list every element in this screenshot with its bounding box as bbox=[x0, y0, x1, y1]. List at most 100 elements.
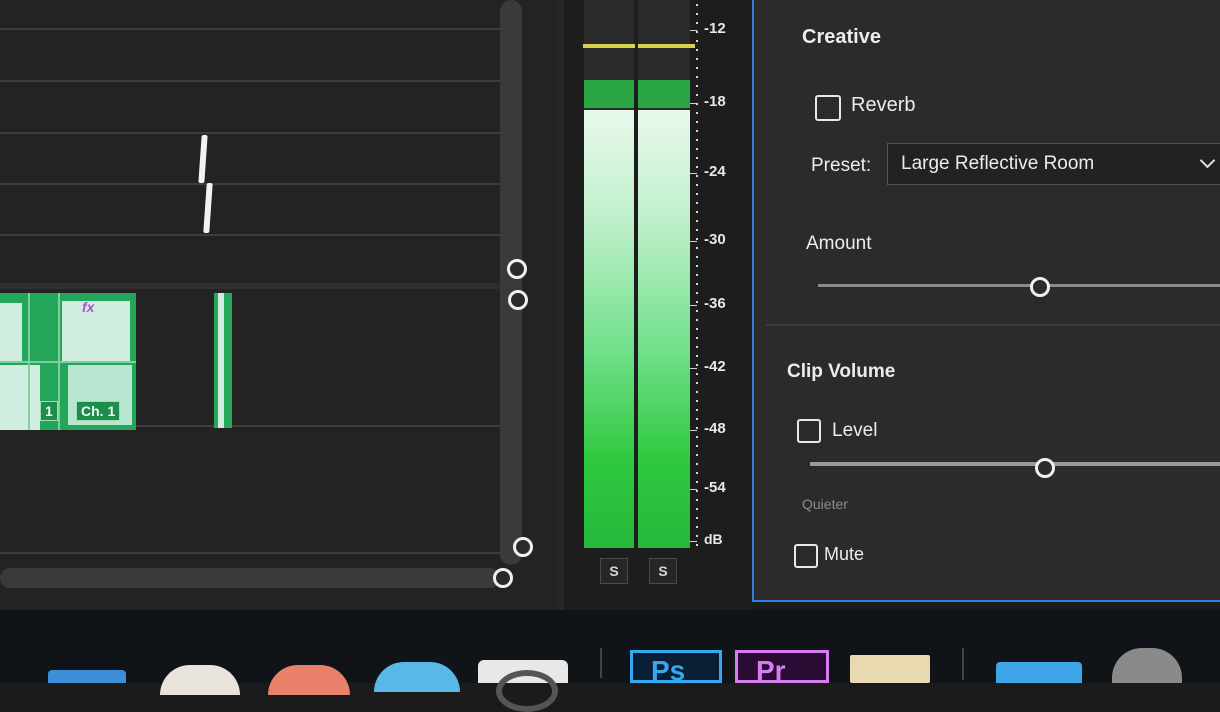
meter-peak-band bbox=[584, 80, 634, 108]
meter-minor-tick bbox=[696, 373, 698, 375]
solo-button-right[interactable]: S bbox=[649, 558, 677, 584]
waveform bbox=[0, 303, 22, 361]
level-label: Level bbox=[832, 420, 878, 441]
meter-minor-tick bbox=[696, 292, 698, 294]
audio-clip-edge[interactable] bbox=[214, 293, 232, 428]
dock-separator bbox=[600, 648, 602, 678]
meter-minor-tick bbox=[696, 58, 698, 60]
fx-badge[interactable]: fx bbox=[82, 299, 94, 315]
level-checkbox[interactable] bbox=[797, 419, 821, 443]
scale-label: -48 bbox=[704, 420, 726, 437]
meter-minor-tick bbox=[696, 112, 698, 114]
meter-minor-tick bbox=[696, 139, 698, 141]
premiere-pro-icon[interactable]: Pr bbox=[735, 650, 829, 686]
meter-minor-tick bbox=[696, 49, 698, 51]
preset-dropdown[interactable]: Large Reflective Room bbox=[887, 143, 1220, 185]
channel-divider bbox=[0, 361, 136, 363]
scroll-handle[interactable] bbox=[493, 568, 513, 588]
track-group-divider bbox=[0, 283, 510, 289]
meter-minor-tick bbox=[696, 508, 698, 510]
scale-label: -18 bbox=[704, 93, 726, 110]
meter-channel-right bbox=[638, 0, 690, 548]
meter-minor-tick bbox=[696, 400, 698, 402]
meter-minor-tick bbox=[696, 499, 698, 501]
meter-major-tick bbox=[690, 430, 697, 431]
reverb-checkbox[interactable] bbox=[815, 95, 841, 121]
meter-minor-tick bbox=[696, 436, 698, 438]
chevron-down-icon bbox=[1199, 152, 1216, 169]
meter-minor-tick bbox=[696, 310, 698, 312]
track-divider bbox=[0, 183, 500, 185]
meter-minor-tick bbox=[696, 40, 698, 42]
notes-icon[interactable] bbox=[850, 655, 930, 683]
folder-icon[interactable] bbox=[996, 662, 1082, 683]
meter-minor-tick bbox=[696, 166, 698, 168]
clip-volume-section-title[interactable]: Clip Volume bbox=[787, 361, 895, 383]
meter-minor-tick bbox=[696, 148, 698, 150]
vertical-scrollbar[interactable] bbox=[500, 0, 522, 565]
track-divider bbox=[0, 28, 500, 30]
scale-label: -12 bbox=[704, 20, 726, 37]
app-icon[interactable] bbox=[268, 665, 350, 695]
horizontal-scrollbar[interactable] bbox=[0, 568, 500, 588]
scale-label: -42 bbox=[704, 358, 726, 375]
reverb-label: Reverb bbox=[851, 94, 916, 116]
meter-gap bbox=[635, 0, 638, 548]
dock: Ps Pr bbox=[0, 610, 1220, 712]
meter-minor-tick bbox=[696, 301, 698, 303]
meter-minor-tick bbox=[696, 445, 698, 447]
peak-hold-indicator bbox=[583, 44, 695, 48]
mute-checkbox[interactable] bbox=[794, 544, 818, 568]
meter-minor-tick bbox=[696, 481, 698, 483]
meter-minor-tick bbox=[696, 391, 698, 393]
track-height-handle[interactable] bbox=[508, 290, 528, 310]
waveform bbox=[62, 301, 130, 361]
meter-minor-tick bbox=[696, 364, 698, 366]
gear-icon bbox=[496, 670, 558, 712]
app-icon[interactable] bbox=[160, 665, 240, 695]
mute-label: Mute bbox=[824, 544, 865, 564]
meter-minor-tick bbox=[696, 283, 698, 285]
meter-minor-tick bbox=[696, 103, 698, 105]
scale-unit-label: dB bbox=[704, 531, 723, 547]
meter-minor-tick bbox=[696, 454, 698, 456]
dock-separator bbox=[962, 648, 964, 680]
track-height-handle[interactable] bbox=[507, 259, 527, 279]
meter-minor-tick bbox=[696, 4, 698, 6]
track-divider bbox=[0, 80, 500, 82]
meter-minor-tick bbox=[696, 328, 698, 330]
meter-minor-tick bbox=[696, 517, 698, 519]
trash-icon[interactable] bbox=[1112, 648, 1182, 683]
system-preferences-icon[interactable] bbox=[478, 660, 568, 712]
photoshop-label: Ps bbox=[651, 655, 686, 686]
scale-label: -30 bbox=[704, 231, 726, 248]
level-slider[interactable] bbox=[810, 462, 1220, 466]
meter-major-tick bbox=[690, 541, 697, 542]
meter-major-tick bbox=[690, 241, 697, 242]
meter-minor-tick bbox=[696, 229, 698, 231]
meter-minor-tick bbox=[696, 22, 698, 24]
scale-label: -24 bbox=[704, 163, 726, 180]
solo-button-left[interactable]: S bbox=[600, 558, 628, 584]
meter-minor-tick bbox=[696, 220, 698, 222]
meter-minor-tick bbox=[696, 355, 698, 357]
creative-section-title[interactable]: Creative bbox=[802, 26, 881, 49]
preset-value: Large Reflective Room bbox=[901, 153, 1095, 174]
level-slider-knob[interactable] bbox=[1035, 458, 1055, 478]
meter-level-right bbox=[638, 110, 690, 548]
audio-clip[interactable]: fx 1 Ch. 1 bbox=[0, 293, 136, 430]
meter-minor-tick bbox=[696, 202, 698, 204]
meter-minor-tick bbox=[696, 31, 698, 33]
amount-slider-knob[interactable] bbox=[1030, 277, 1050, 297]
meter-minor-tick bbox=[696, 175, 698, 177]
timeline-panel[interactable]: fx 1 Ch. 1 bbox=[0, 0, 556, 610]
amount-slider[interactable] bbox=[818, 284, 1220, 287]
scroll-handle[interactable] bbox=[513, 537, 533, 557]
photoshop-icon[interactable]: Ps bbox=[630, 650, 722, 686]
meter-minor-tick bbox=[696, 265, 698, 267]
app-store-icon[interactable] bbox=[374, 662, 460, 692]
meter-minor-tick bbox=[696, 274, 698, 276]
finder-icon[interactable] bbox=[48, 670, 126, 683]
meter-minor-tick bbox=[696, 238, 698, 240]
meter-minor-tick bbox=[696, 418, 698, 420]
